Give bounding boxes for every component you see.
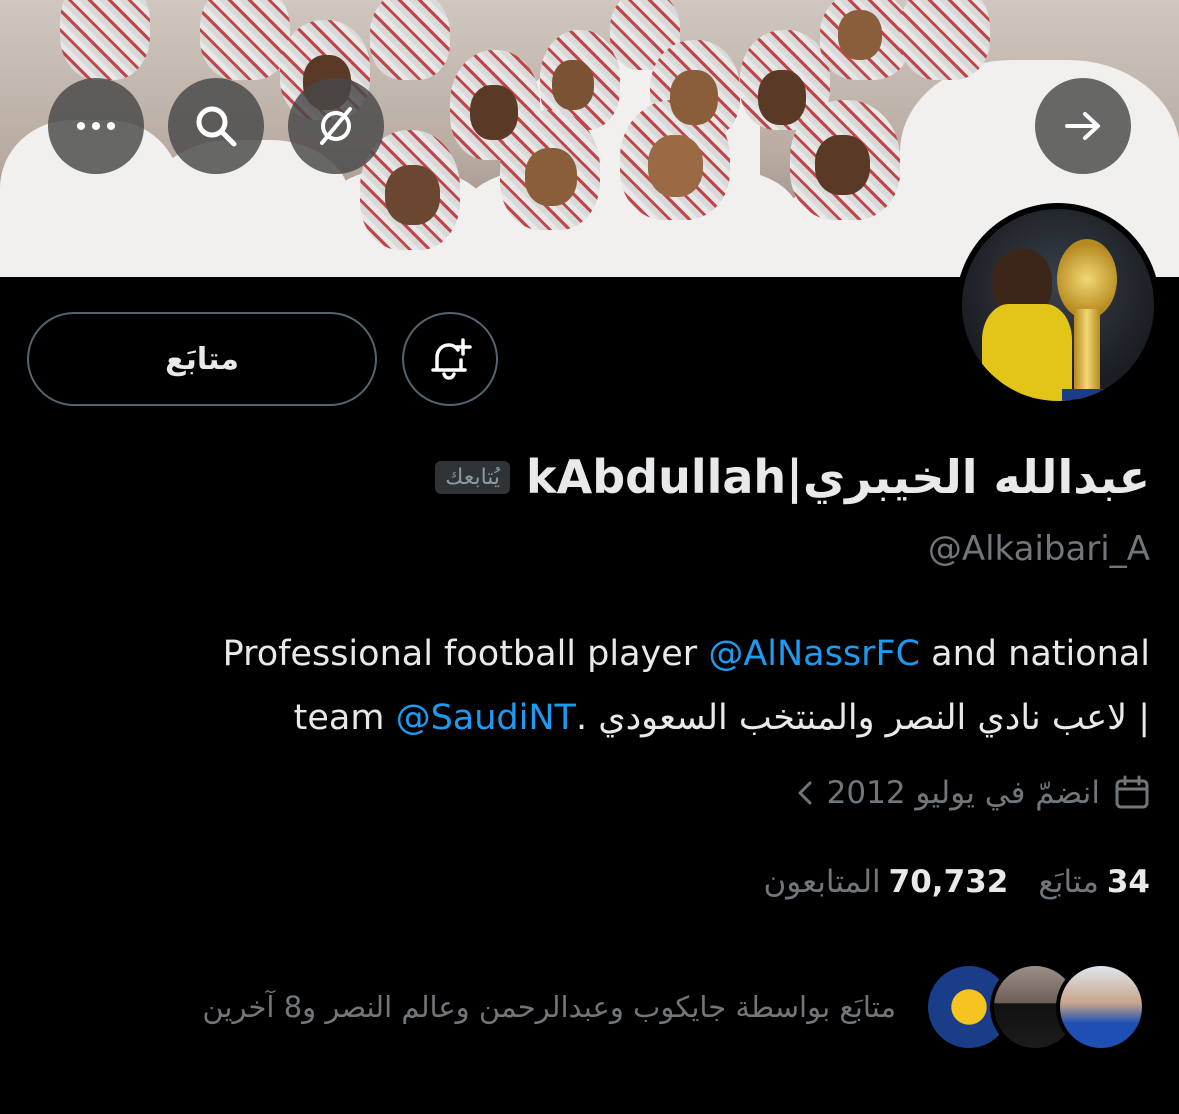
chevron-left-icon: [798, 781, 812, 805]
bio-text: and national: [920, 634, 1150, 674]
profile-avatar[interactable]: [956, 203, 1160, 407]
followers-count: 70,732: [888, 864, 1009, 900]
following-label: متابَع: [1038, 864, 1099, 900]
following-button-label: متابَع: [165, 341, 239, 377]
joined-date: انضمّ في يوليو 2012: [826, 775, 1100, 811]
following-button[interactable]: متابَع: [27, 312, 377, 406]
back-button[interactable]: [1035, 78, 1131, 174]
follower-avatar: [1056, 962, 1146, 1052]
profile-bio: Professional football player @AlNassrFC …: [40, 622, 1150, 750]
followers-label: المتابعون: [763, 864, 881, 900]
bell-plus-icon: [431, 338, 472, 380]
bio-text: team: [293, 698, 396, 738]
joined-date-row[interactable]: انضمّ في يوليو 2012: [797, 768, 1150, 818]
profile-handle: @Alkaibari_A: [927, 529, 1150, 569]
follows-you-badge: يُتابعك: [435, 460, 511, 494]
followers-you-know-avatars: [924, 962, 1150, 1052]
search-button[interactable]: [168, 78, 264, 174]
more-icon: [77, 122, 115, 130]
translate-toggle-button[interactable]: [288, 78, 384, 174]
followers-you-know-text: متابَع بواسطة جايكوب وعبدالرحمن وعالم ال…: [202, 990, 896, 1024]
bio-text: Professional football player: [222, 634, 709, 674]
following-stat[interactable]: 34متابَع: [1038, 864, 1150, 900]
bio-text: | لاعب نادي النصر والمنتخب السعودي .: [575, 698, 1150, 738]
mention-link-saudint[interactable]: @SaudiNT: [396, 698, 576, 738]
more-button[interactable]: [48, 78, 144, 174]
followers-you-know-row[interactable]: متابَع بواسطة جايكوب وعبدالرحمن وعالم ال…: [202, 962, 1150, 1052]
search-icon: [196, 106, 237, 147]
calendar-icon: [1115, 775, 1149, 809]
mention-link-alnassrfc[interactable]: @AlNassrFC: [708, 634, 920, 674]
arrow-right-icon: [1065, 112, 1100, 140]
notifications-button[interactable]: [402, 312, 498, 406]
following-count: 34: [1106, 864, 1150, 900]
display-name: عبدالله الخيبري|kAbdullah: [526, 450, 1150, 504]
followers-stat[interactable]: 70,732المتابعون: [764, 864, 1009, 900]
translate-off-icon: [320, 107, 352, 145]
